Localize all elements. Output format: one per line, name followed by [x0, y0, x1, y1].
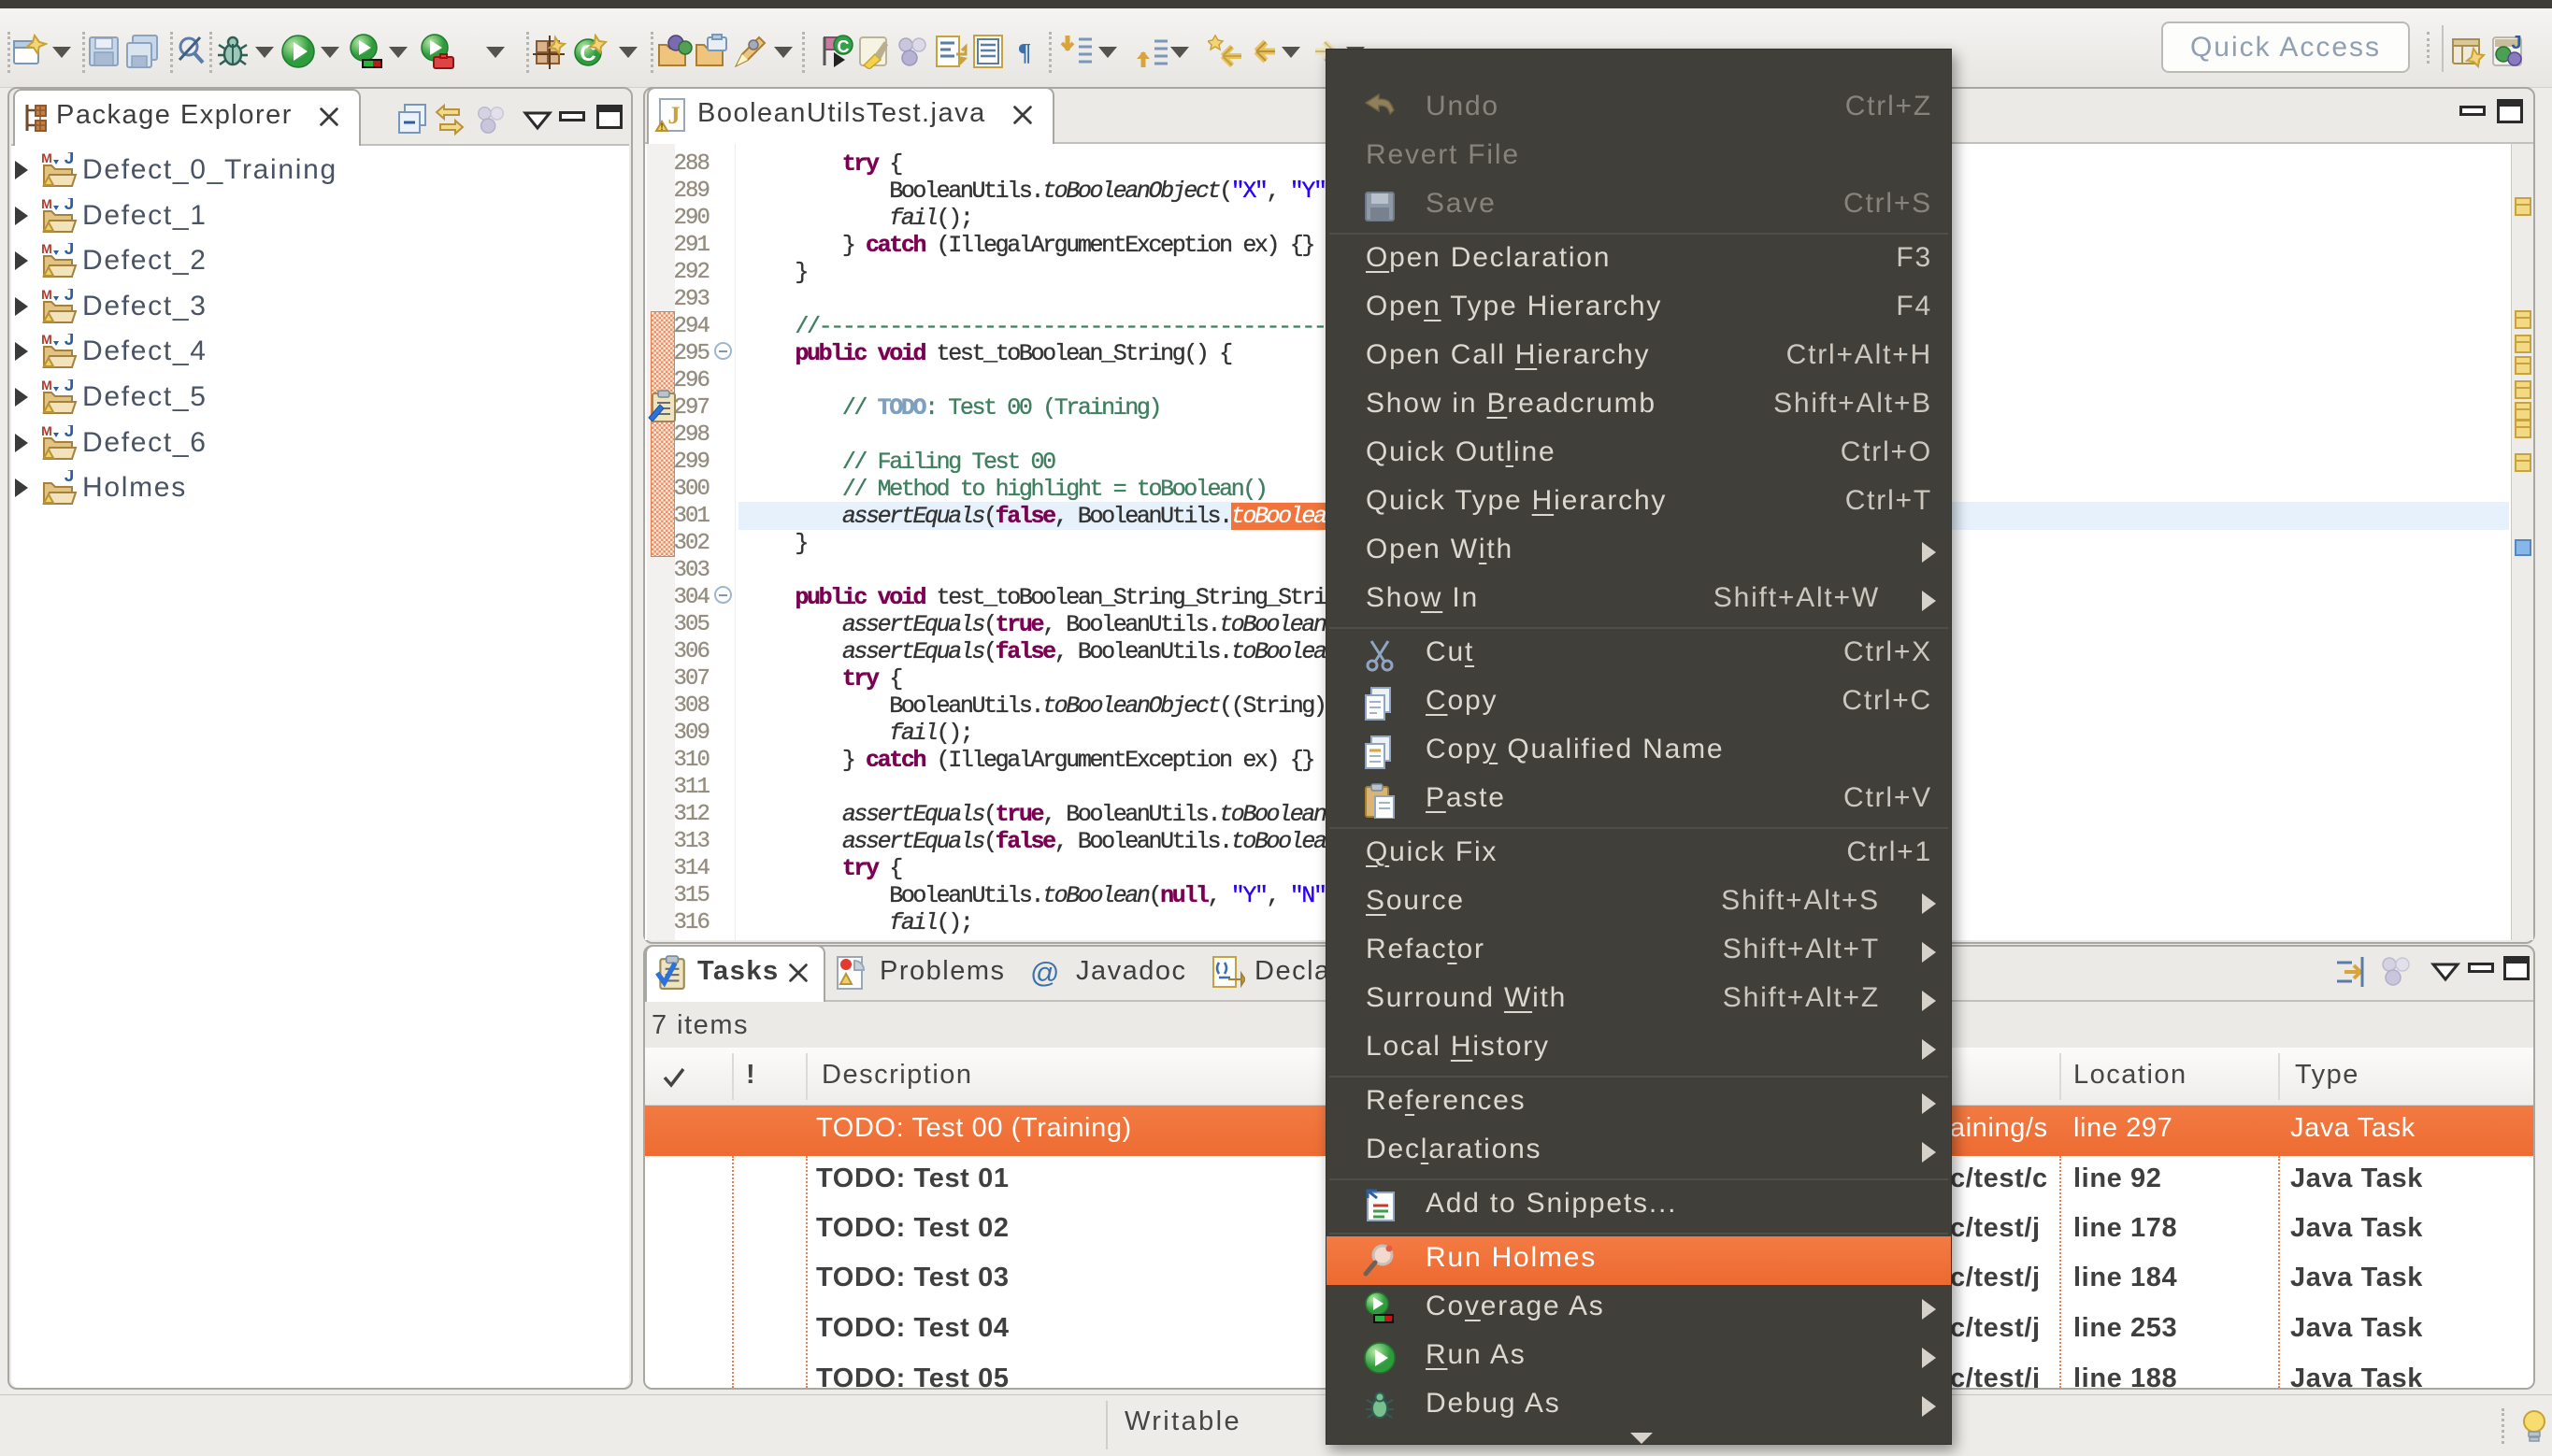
svg-text:M: M: [41, 334, 52, 347]
svg-text:¶: ¶: [1018, 37, 1032, 65]
svg-text:M: M: [41, 198, 52, 211]
svg-text:J: J: [65, 379, 75, 395]
svg-text:C: C: [838, 37, 850, 56]
svg-text:M: M: [41, 425, 52, 438]
svg-text:M: M: [41, 152, 52, 165]
svg-text:J: J: [65, 289, 75, 305]
svg-text:!: !: [660, 122, 663, 133]
svg-text:J: J: [668, 102, 681, 129]
svg-text:J: J: [65, 243, 75, 259]
svg-text:J: J: [65, 425, 75, 441]
svg-text:J: J: [65, 152, 75, 168]
svg-text:J: J: [65, 198, 75, 214]
svg-text:J: J: [65, 470, 75, 486]
svg-text:M: M: [41, 379, 52, 393]
svg-text:J: J: [2511, 34, 2521, 53]
svg-text:M: M: [41, 289, 52, 302]
svg-text:J: J: [65, 334, 75, 350]
svg-text:M: M: [41, 243, 52, 256]
